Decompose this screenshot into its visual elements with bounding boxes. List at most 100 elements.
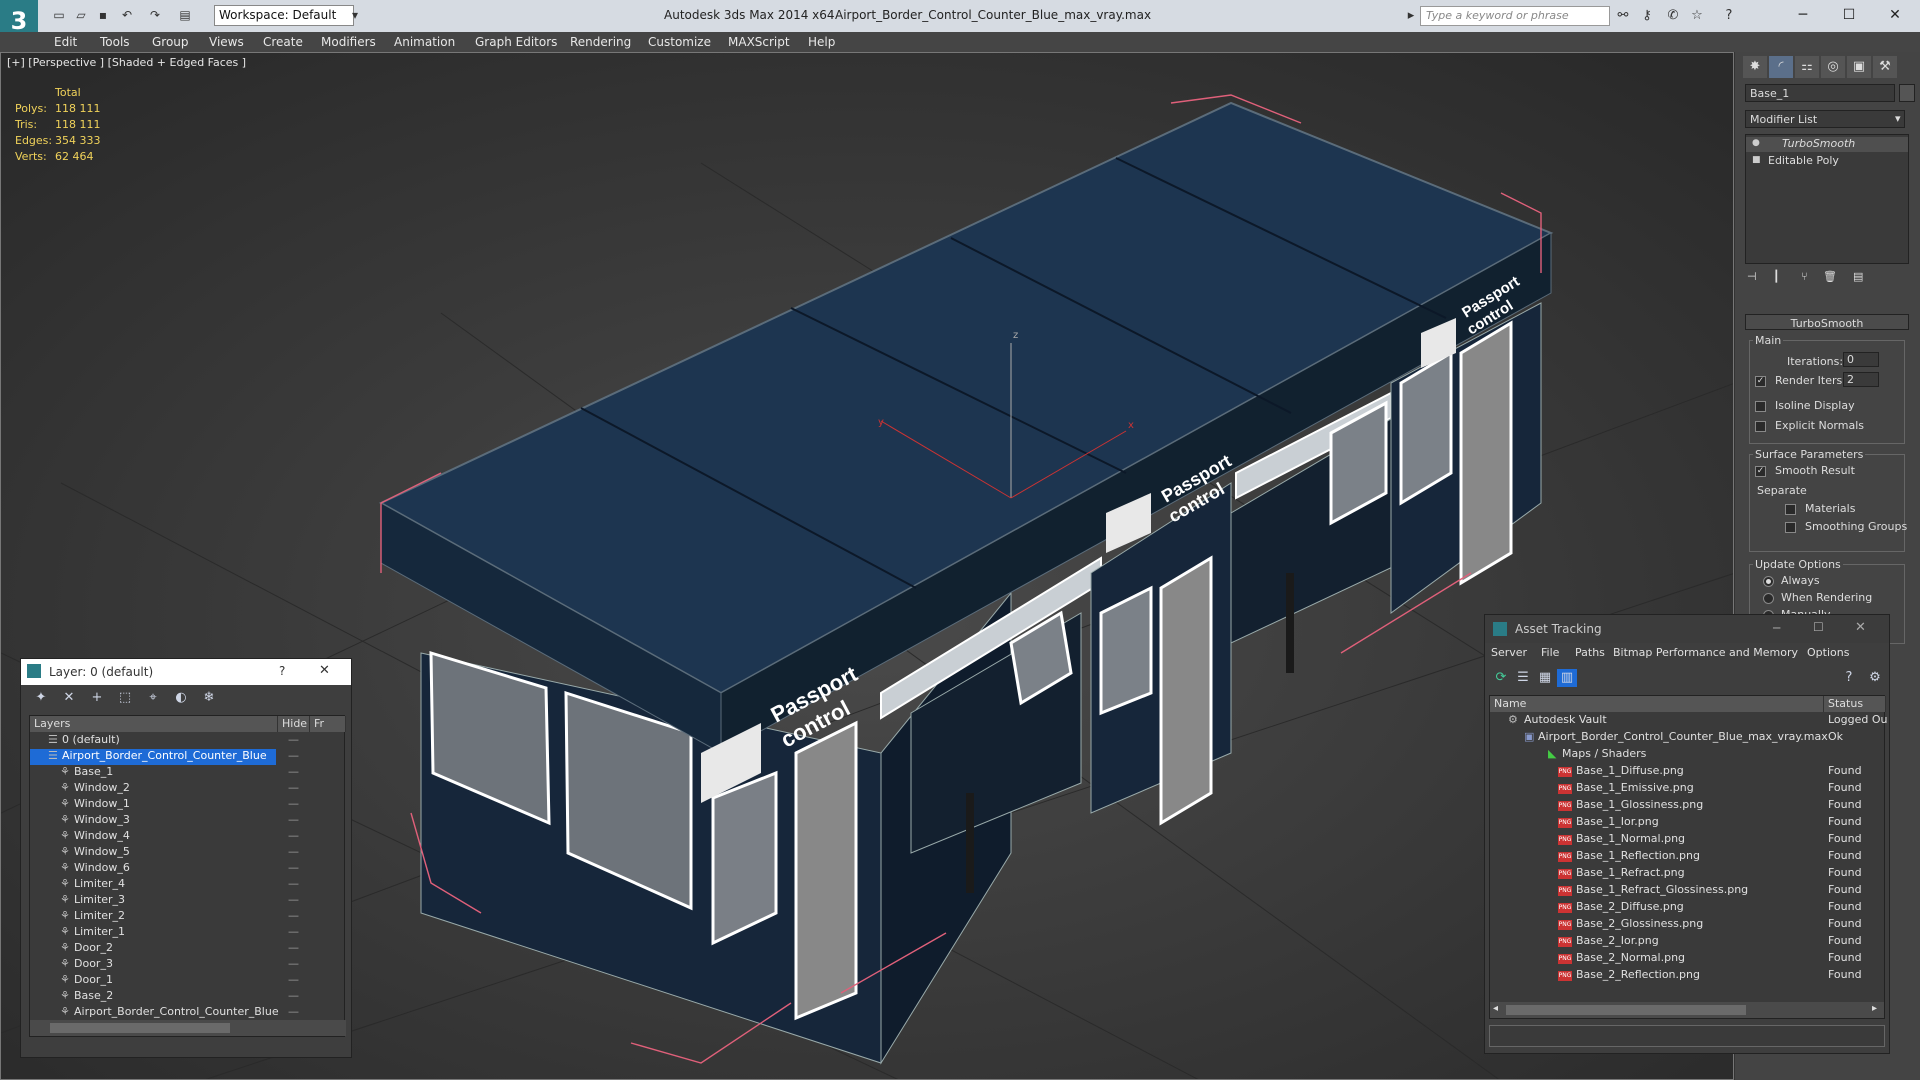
pin-stack-icon[interactable]: ⊣ xyxy=(1747,270,1757,283)
modify-tab-icon[interactable]: ◜ xyxy=(1769,56,1793,78)
layer-panel-close-icon[interactable]: ✕ xyxy=(319,663,330,678)
layer-row[interactable]: ⚘ Limiter_2 — xyxy=(30,909,346,925)
asset-file-row[interactable]: PNG Base_2_Ior.png Found xyxy=(1490,934,1886,950)
lightbulb-icon[interactable]: ● xyxy=(1752,138,1760,148)
create-tab-icon[interactable]: ✸ xyxy=(1743,56,1767,78)
make-unique-icon[interactable]: ⑂ xyxy=(1801,270,1808,283)
hide-toggle[interactable]: — xyxy=(288,909,299,922)
layer-row[interactable]: ⚘ Limiter_1 — xyxy=(30,925,346,941)
asset-minimize-icon[interactable]: ─ xyxy=(1773,621,1780,635)
communication-center-icon[interactable]: ✆ xyxy=(1664,7,1682,25)
asset-scroll-thumb[interactable] xyxy=(1506,1005,1746,1015)
turbosmooth-rollout-header[interactable]: TurboSmooth xyxy=(1745,314,1909,330)
workspace-chevron-down-icon[interactable]: ▾ xyxy=(346,7,364,23)
motion-tab-icon[interactable]: ◎ xyxy=(1821,56,1845,78)
asset-file-row[interactable]: PNG Base_1_Refract.png Found xyxy=(1490,866,1886,882)
hide-toggle[interactable]: — xyxy=(288,765,299,778)
stack-item-editable-poly[interactable]: Editable Poly xyxy=(1762,154,1839,167)
freeze-all-layers-icon[interactable]: ❄ xyxy=(199,689,219,707)
asset-file-row[interactable]: PNG Base_1_Emissive.png Found xyxy=(1490,781,1886,797)
layer-panel-help-icon[interactable]: ? xyxy=(279,664,285,678)
select-objects-icon[interactable]: ⬚ xyxy=(115,689,135,707)
layer-panel-titlebar[interactable]: Layer: 0 (default) ? ✕ xyxy=(21,659,351,685)
menu-views[interactable]: Views xyxy=(209,35,244,49)
new-file-icon[interactable]: ▭ xyxy=(50,7,68,23)
when-rendering-radio[interactable] xyxy=(1763,593,1774,604)
asset-menu-server[interactable]: Server xyxy=(1491,646,1527,659)
asset-menu-bitmap[interactable]: Bitmap Performance and Memory xyxy=(1613,646,1798,659)
asset-settings-icon[interactable]: ⚙ xyxy=(1865,669,1885,687)
key-icon[interactable]: ⚷ xyxy=(1638,7,1656,25)
layer-row[interactable]: ⚘ Window_5 — xyxy=(30,845,346,861)
menu-animation[interactable]: Animation xyxy=(394,35,455,49)
layer-row[interactable]: ⚘ Limiter_4 — xyxy=(30,877,346,893)
asset-menu-paths[interactable]: Paths xyxy=(1575,646,1605,659)
table-view-icon[interactable]: ▥ xyxy=(1557,669,1577,687)
col-hide[interactable]: Hide xyxy=(278,716,310,732)
modifier-list-chevron-down-icon[interactable]: ▾ xyxy=(1895,112,1901,125)
object-color-swatch[interactable] xyxy=(1899,84,1915,102)
isoline-checkbox[interactable] xyxy=(1755,401,1766,412)
layer-row[interactable]: ⚘ Door_2 — xyxy=(30,941,346,957)
menu-tools[interactable]: Tools xyxy=(100,35,130,49)
hide-toggle[interactable]: — xyxy=(288,989,299,1002)
utilities-tab-icon[interactable]: ⚒ xyxy=(1873,56,1897,78)
stack-item-turbosmooth[interactable]: TurboSmooth xyxy=(1746,137,1908,152)
hide-toggle[interactable]: — xyxy=(288,797,299,810)
asset-menu-options[interactable]: Options xyxy=(1807,646,1849,659)
hierarchy-tab-icon[interactable]: ⚏ xyxy=(1795,56,1819,78)
undo-icon[interactable]: ↶ xyxy=(118,7,136,23)
asset-path-field[interactable] xyxy=(1489,1025,1885,1047)
new-layer-icon[interactable]: ✦ xyxy=(31,689,51,707)
delete-layer-icon[interactable]: ✕ xyxy=(59,689,79,707)
col-freeze[interactable]: Fr xyxy=(310,716,346,732)
col-layers[interactable]: Layers xyxy=(30,716,278,732)
layer-row[interactable]: ⚘ Base_1 — xyxy=(30,765,346,781)
project-folder-icon[interactable]: ▤ xyxy=(176,7,194,23)
favorites-star-icon[interactable]: ☆ xyxy=(1688,7,1706,25)
open-file-icon[interactable]: ▱ xyxy=(72,7,90,23)
hide-toggle[interactable]: — xyxy=(288,813,299,826)
asset-file-row[interactable]: PNG Base_2_Glossiness.png Found xyxy=(1490,917,1886,933)
hide-toggle[interactable]: — xyxy=(288,973,299,986)
col-name[interactable]: Name xyxy=(1490,696,1824,712)
smoothing-groups-checkbox[interactable] xyxy=(1785,522,1796,533)
hide-all-layers-icon[interactable]: ◐ xyxy=(171,689,191,707)
binoculars-icon[interactable]: ⚯ xyxy=(1614,7,1632,25)
smooth-result-checkbox[interactable]: ✓ xyxy=(1755,466,1766,477)
scroll-right-icon[interactable]: ▸ xyxy=(1872,1003,1877,1014)
hide-toggle[interactable]: — xyxy=(288,829,299,842)
layer-row[interactable]: ⚘ Window_4 — xyxy=(30,829,346,845)
hide-toggle[interactable]: — xyxy=(288,957,299,970)
layer-row[interactable]: ⚘ Airport_Border_Control_Counter_Blue — xyxy=(30,1005,346,1021)
iterations-spinner[interactable]: 0 xyxy=(1843,352,1879,367)
layer-row[interactable]: ⚘ Window_6 — xyxy=(30,861,346,877)
asset-file-row[interactable]: PNG Base_1_Ior.png Found xyxy=(1490,815,1886,831)
asset-file-row[interactable]: PNG Base_1_Diffuse.png Found xyxy=(1490,764,1886,780)
hide-toggle[interactable]: — xyxy=(288,861,299,874)
menu-help[interactable]: Help xyxy=(808,35,835,49)
menu-customize[interactable]: Customize xyxy=(648,35,711,49)
help-icon[interactable]: ? xyxy=(1720,7,1738,25)
asset-row-vault[interactable]: ⚙ Autodesk Vault Logged Ou xyxy=(1490,713,1888,729)
display-tab-icon[interactable]: ▣ xyxy=(1847,56,1871,78)
hide-toggle[interactable]: — xyxy=(288,1005,299,1018)
menu-edit[interactable]: Edit xyxy=(54,35,77,49)
layer-row[interactable]: ⚘ Window_1 — xyxy=(30,797,346,813)
layer-row[interactable]: ⚘ Window_2 — xyxy=(30,781,346,797)
layer-horizontal-scrollbar[interactable] xyxy=(30,1020,346,1036)
asset-file-row[interactable]: PNG Base_2_Normal.png Found xyxy=(1490,951,1886,967)
show-end-result-icon[interactable]: ┃ xyxy=(1773,270,1780,283)
hide-toggle[interactable]: — xyxy=(288,877,299,890)
thumbnail-view-icon[interactable]: ▦ xyxy=(1535,669,1555,687)
asset-file-row[interactable]: PNG Base_1_Refract_Glossiness.png Found xyxy=(1490,883,1886,899)
refresh-icon[interactable]: ⟳ xyxy=(1491,669,1511,687)
layer-row[interactable]: ⚘ Door_3 — xyxy=(30,957,346,973)
menu-rendering[interactable]: Rendering xyxy=(570,35,631,49)
layer-row[interactable]: ⚘ Limiter_3 — xyxy=(30,893,346,909)
close-icon[interactable]: ✕ xyxy=(1872,3,1918,27)
save-file-icon[interactable]: ▪ xyxy=(94,7,112,23)
modifier-list-dropdown[interactable]: Modifier List xyxy=(1745,110,1905,128)
asset-file-row[interactable]: PNG Base_1_Normal.png Found xyxy=(1490,832,1886,848)
asset-close-icon[interactable]: ✕ xyxy=(1855,620,1866,635)
